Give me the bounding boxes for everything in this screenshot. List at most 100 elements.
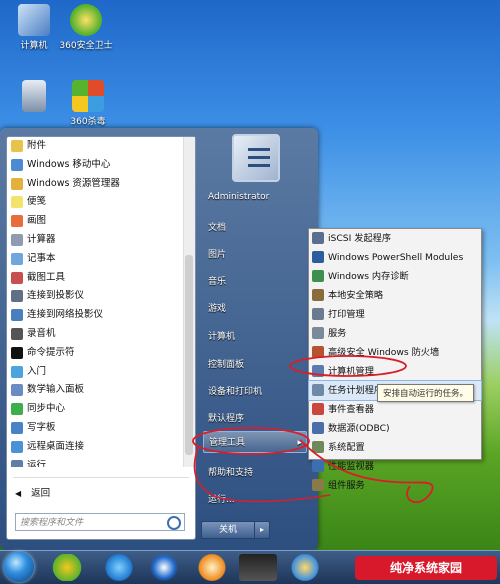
computer-icon — [18, 4, 50, 36]
program-item[interactable]: 便笺 — [7, 193, 183, 212]
sync-center-icon — [11, 403, 23, 416]
taskbar-button-360[interactable] — [48, 554, 86, 581]
submenu-item[interactable]: 数据源(ODBC) — [309, 419, 481, 438]
submenu-item[interactable]: 服务 — [309, 324, 481, 343]
submenu-item[interactable]: 系统配置 — [309, 438, 481, 457]
menu-documents[interactable]: 文档 — [208, 220, 226, 233]
user-name[interactable]: Administrator — [208, 192, 269, 202]
program-item[interactable]: 写字板 — [7, 419, 183, 438]
taskbar-button-kugou[interactable] — [145, 554, 183, 581]
submenu-item[interactable]: 本地安全策略 — [309, 286, 481, 305]
submenu-item[interactable]: iSCSI 发起程序 — [309, 229, 481, 248]
program-label: 连接到网络投影仪 — [27, 309, 104, 321]
computer-management-icon — [312, 365, 324, 377]
program-item[interactable]: 记事本 — [7, 250, 183, 269]
task-scheduler-icon — [312, 384, 324, 396]
taskbar-button-film[interactable] — [239, 554, 277, 581]
submenu-label: 计算机管理 — [328, 366, 374, 377]
program-label: 记事本 — [27, 252, 56, 264]
program-item[interactable]: 命令提示符 — [7, 344, 183, 363]
iscsi-icon — [312, 232, 324, 244]
site-watermark-logo: 纯净系统家园 — [355, 556, 497, 580]
desktop-icon-360-antivirus[interactable]: 360杀毒 — [58, 80, 118, 127]
program-item[interactable]: 入门 — [7, 363, 183, 382]
program-item[interactable]: 同步中心 — [7, 400, 183, 419]
calculator-icon — [11, 233, 23, 246]
back-button[interactable]: ◀ 返回 — [15, 485, 50, 499]
program-item[interactable]: 计算器 — [7, 231, 183, 250]
menu-pictures[interactable]: 图片 — [208, 247, 226, 260]
paint-icon — [11, 215, 23, 228]
component-services-icon — [312, 479, 324, 491]
sound-recorder-icon — [11, 327, 23, 340]
desktop-icon-recycle-bin[interactable] — [4, 80, 64, 114]
submenu-label: 打印管理 — [328, 309, 365, 320]
menu-computer[interactable]: 计算机 — [208, 329, 235, 342]
avatar-line — [248, 148, 270, 151]
shutdown-options-button[interactable]: ▸ — [255, 521, 270, 539]
submenu-item[interactable]: Windows 内存诊断 — [309, 267, 481, 286]
program-item[interactable]: 运行 — [7, 457, 183, 467]
search-input[interactable]: 搜索程序和文件 — [15, 513, 185, 531]
snipping-tool-icon — [11, 271, 23, 284]
back-label: 返回 — [31, 488, 51, 499]
desktop-icon-computer[interactable]: 计算机 — [4, 4, 64, 51]
submenu-label: Windows PowerShell Modules — [328, 252, 464, 263]
start-orb-icon[interactable] — [4, 552, 34, 582]
360-security-icon — [70, 4, 102, 36]
program-item[interactable]: 远程桌面连接 — [7, 438, 183, 457]
program-list-scrollbar[interactable] — [183, 137, 195, 467]
taskbar-button-ie[interactable] — [100, 554, 138, 581]
taskbar-button-uc[interactable] — [193, 554, 231, 581]
program-label: 截图工具 — [27, 271, 66, 283]
menu-help-support[interactable]: 帮助和支持 — [208, 465, 253, 478]
menu-devices-printers[interactable]: 设备和打印机 — [208, 384, 262, 397]
menu-music[interactable]: 音乐 — [208, 274, 226, 287]
print-management-icon — [312, 308, 324, 320]
network-projector-icon — [11, 309, 23, 322]
taskbar-button-paint[interactable] — [286, 554, 324, 581]
menu-admin-tools[interactable]: 管理工具 ▸ — [203, 431, 307, 453]
desktop-icon-label: 360安全卫士 — [59, 41, 113, 51]
program-item[interactable]: 画图 — [7, 212, 183, 231]
submenu-item[interactable]: Windows PowerShell Modules — [309, 248, 481, 267]
admin-tools-submenu: iSCSI 发起程序 Windows PowerShell Modules Wind… — [308, 228, 482, 491]
program-item[interactable]: 连接到投影仪 — [7, 287, 183, 306]
avatar-line — [248, 164, 270, 167]
program-label: 入门 — [27, 365, 47, 377]
explorer-icon — [11, 177, 23, 190]
menu-run[interactable]: 运行... — [208, 492, 235, 505]
mobility-center-icon — [11, 158, 23, 171]
program-item[interactable]: 数学输入面板 — [7, 381, 183, 400]
submenu-item[interactable]: 性能监视器 — [309, 457, 481, 476]
program-label: 同步中心 — [27, 403, 66, 415]
performance-monitor-icon — [312, 460, 324, 472]
submenu-item[interactable]: 事件查看器 — [309, 400, 481, 419]
menu-games[interactable]: 游戏 — [208, 301, 226, 314]
scrollbar-thumb[interactable] — [185, 255, 193, 455]
submenu-item[interactable]: 高级安全 Windows 防火墙 — [309, 343, 481, 362]
user-avatar[interactable] — [232, 134, 280, 182]
program-item[interactable]: 截图工具 — [7, 269, 183, 288]
program-item[interactable]: 附件 — [7, 137, 183, 156]
security-policy-icon — [312, 289, 324, 301]
program-item[interactable]: 连接到网络投影仪 — [7, 306, 183, 325]
submenu-label: 高级安全 Windows 防火墙 — [328, 347, 440, 358]
program-item[interactable]: Windows 资源管理器 — [7, 175, 183, 194]
program-label: 连接到投影仪 — [27, 290, 85, 302]
program-label: 数学输入面板 — [27, 384, 85, 396]
program-item[interactable]: 录音机 — [7, 325, 183, 344]
divider — [13, 477, 189, 478]
submenu-item[interactable]: 打印管理 — [309, 305, 481, 324]
avatar-line — [248, 156, 270, 159]
shutdown-button[interactable]: 关机 — [201, 521, 255, 539]
menu-default-programs[interactable]: 默认程序 — [208, 411, 244, 424]
system-config-icon — [312, 441, 324, 453]
desktop-icon-360-security[interactable]: 360安全卫士 — [56, 4, 116, 51]
menu-control-panel[interactable]: 控制面板 — [208, 357, 244, 370]
submenu-label: 服务 — [328, 328, 347, 339]
submenu-item[interactable]: 组件服务 — [309, 476, 481, 495]
program-item[interactable]: Windows 移动中心 — [7, 156, 183, 175]
sticky-notes-icon — [11, 196, 23, 209]
submenu-item[interactable]: 计算机管理 — [309, 362, 481, 381]
